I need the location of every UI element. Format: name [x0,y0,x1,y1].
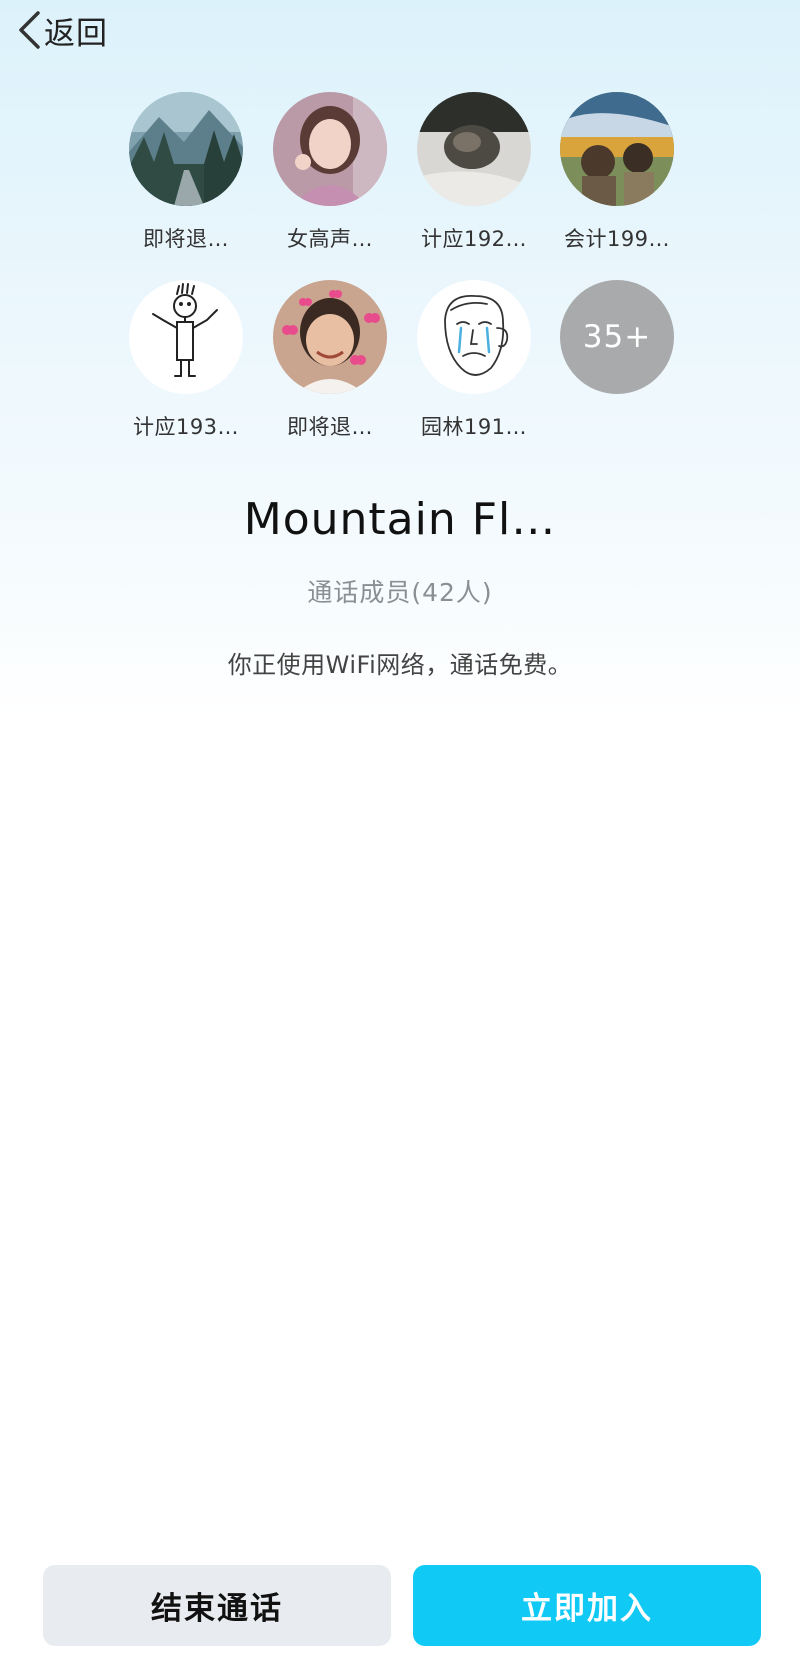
member-name: 会计199… [563,227,671,251]
member-name: 计应193… [132,415,240,439]
member-name: 女高声… [287,227,373,251]
back-button[interactable]: 返回 [16,6,108,54]
member-item[interactable]: 计应192… [402,92,546,253]
avatar [417,92,531,206]
member-name: 园林191… [420,415,528,439]
avatar [273,280,387,394]
member-item[interactable]: 女高声… [258,92,402,253]
member-item[interactable]: 计应193… [114,280,258,441]
join-now-button[interactable]: 立即加入 [413,1565,761,1646]
member-item[interactable]: 会计199… [545,92,689,253]
more-members-badge: 35+ [560,280,674,394]
more-members[interactable]: 35+ [545,280,689,394]
member-item[interactable]: 即将退… [258,280,402,441]
chevron-left-icon [16,10,42,50]
avatar [273,92,387,206]
avatar [129,280,243,394]
avatar [560,92,674,206]
back-label: 返回 [44,15,108,52]
member-name: 即将退… [287,415,373,439]
member-name: 计应192… [420,227,528,251]
member-item[interactable]: 即将退… [114,92,258,253]
member-name: 即将退… [143,227,229,251]
avatar [129,92,243,206]
end-call-button[interactable]: 结束通话 [43,1565,391,1646]
call-title: Mountain Fl… [243,494,557,545]
network-notice: 你正使用WiFi网络，通话免费。 [227,651,573,679]
member-count: 通话成员(42人) [307,578,493,607]
member-item[interactable]: 园林191… [402,280,546,441]
avatar [417,280,531,394]
